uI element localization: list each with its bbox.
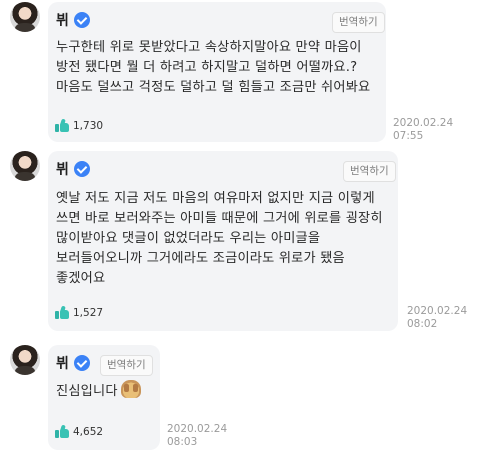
message-line: 많이받아요 댓글이 없었더라도 우리는 아미글을: [56, 231, 321, 246]
hands-covering-face-emoji: [120, 380, 141, 398]
like-button[interactable]: 1,730: [55, 118, 104, 132]
message-line: 쓰면 바로 보러와주는 아미들 때문에 그거에 위로를 굉장히: [56, 211, 383, 226]
author-name[interactable]: 뷔: [56, 353, 69, 373]
like-count: 1,527: [73, 306, 104, 319]
message-line: 방전 됐다면 뭘 더 하려고 하지말고 덜하면 어떨까요.?: [56, 60, 358, 75]
thumbs-up-icon: [55, 118, 69, 132]
timestamp: 2020.02.24 08:03: [167, 423, 227, 449]
like-button[interactable]: 4,652: [55, 424, 104, 438]
thumbs-up-icon: [55, 305, 69, 319]
message-text: 진심입니다: [56, 380, 141, 402]
timestamp-date: 2020.02.24: [167, 423, 228, 435]
timestamp-time: 08:02: [407, 318, 438, 330]
author-name[interactable]: 뷔: [56, 10, 69, 30]
message-line: 좋겠어요: [56, 271, 106, 286]
timestamp-date: 2020.02.24: [407, 305, 468, 317]
message-line-text: 진심입니다: [56, 384, 118, 399]
message-line: 옛날 저도 지금 저도 마음의 여유마저 없지만 지금 이렇게: [56, 191, 375, 206]
message-line: 마음도 덜쓰고 걱정도 덜하고 덜 힘들고 조금만 쉬어봐요: [56, 80, 371, 95]
translate-button[interactable]: 번역하기: [332, 12, 385, 33]
message-text: 옛날 저도 지금 저도 마음의 여유마저 없지만 지금 이렇게 쓰면 바로 보러…: [56, 189, 383, 289]
author-row: 뷔: [56, 10, 90, 30]
verified-badge-icon: [73, 161, 90, 177]
timestamp-time: 07:55: [393, 130, 424, 142]
timestamp-time: 08:03: [167, 436, 198, 448]
translate-button[interactable]: 번역하기: [100, 355, 153, 376]
timestamp: 2020.02.24 07:55: [393, 117, 453, 143]
message-text: 누구한테 위로 못받았다고 속상하지말아요 만약 마음이 방전 됐다면 뭘 더 …: [56, 38, 370, 98]
message-line: 누구한테 위로 못받았다고 속상하지말아요 만약 마음이: [56, 40, 362, 55]
message-1: 뷔 번역하기 누구한테 위로 못받았다고 속상하지말아요 만약 마음이 방전 됐…: [0, 0, 480, 145]
author-name[interactable]: 뷔: [56, 159, 69, 179]
author-avatar[interactable]: [10, 2, 40, 32]
author-row: 뷔: [56, 159, 90, 179]
timestamp: 2020.02.24 08:02: [407, 305, 467, 331]
timestamp-date: 2020.02.24: [393, 117, 454, 129]
message-3: 뷔 번역하기 진심입니다 4,652 2020.02.24 08:03: [0, 335, 480, 450]
translate-button[interactable]: 번역하기: [343, 161, 396, 182]
author-avatar[interactable]: [10, 345, 40, 375]
like-button[interactable]: 1,527: [55, 305, 104, 319]
verified-badge-icon: [73, 355, 90, 371]
like-count: 4,652: [73, 425, 104, 438]
verified-badge-icon: [73, 12, 90, 28]
message-line: 보러들어오니까 그거에라도 조금이라도 위로가 됐음: [56, 251, 345, 266]
thumbs-up-icon: [55, 424, 69, 438]
message-line: 진심입니다: [56, 380, 141, 402]
author-avatar[interactable]: [10, 151, 40, 181]
message-2: 뷔 번역하기 옛날 저도 지금 저도 마음의 여유마저 없지만 지금 이렇게 쓰…: [0, 145, 480, 335]
like-count: 1,730: [73, 119, 104, 132]
author-row: 뷔: [56, 353, 90, 373]
